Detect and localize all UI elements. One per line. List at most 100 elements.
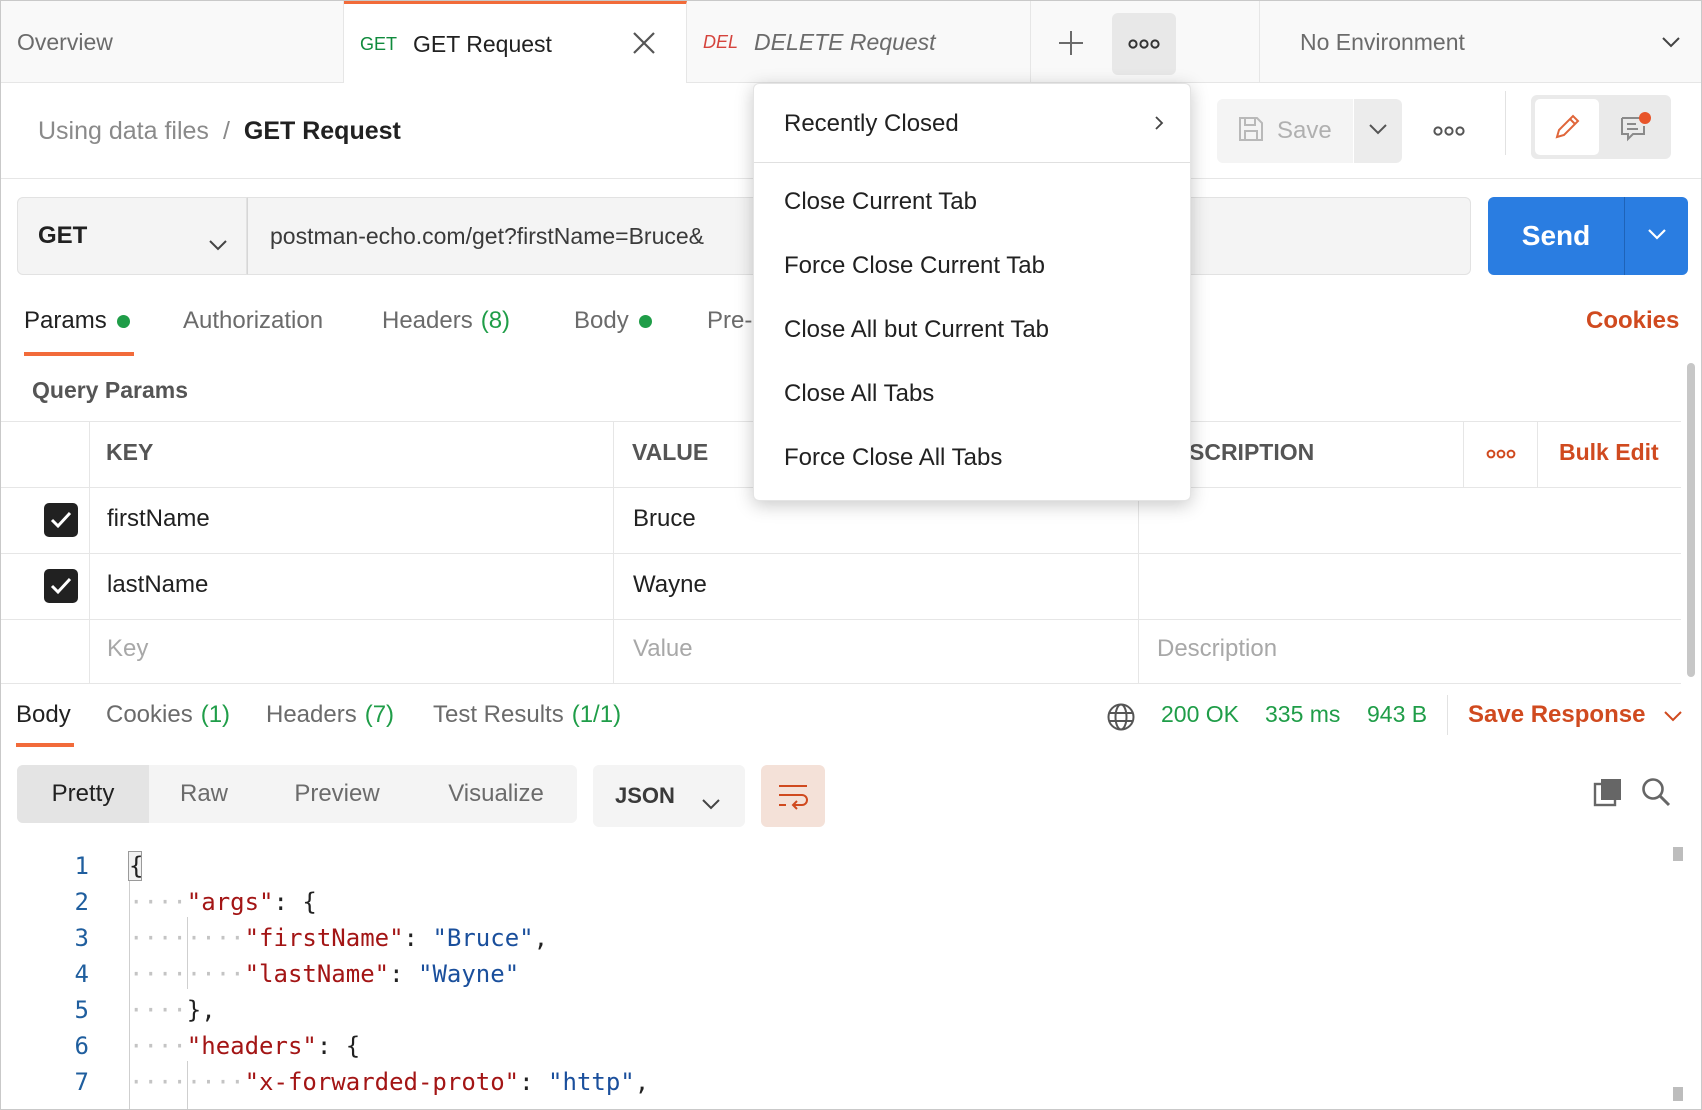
tab-pre-request[interactable]: Pre-	[707, 307, 752, 335]
view-preview[interactable]: Preview	[259, 765, 415, 823]
view-raw[interactable]: Raw	[149, 765, 259, 823]
tab-options-menu: Recently Closed Close Current Tab Force …	[753, 83, 1191, 501]
code-line[interactable]: ····"args": {	[129, 888, 317, 916]
response-tab-body[interactable]: Body	[16, 701, 71, 729]
code-line[interactable]: {	[129, 852, 143, 880]
save-label: Save	[1277, 117, 1332, 144]
new-param-value-input[interactable]: Value	[633, 635, 693, 663]
response-tab-headers-label: Headers	[266, 701, 357, 728]
tab-params[interactable]: Params	[24, 307, 130, 335]
response-tab-body-label: Body	[16, 701, 71, 728]
tab-get-request[interactable]: GET GET Request	[344, 1, 687, 84]
view-pretty[interactable]: Pretty	[17, 765, 149, 823]
response-status[interactable]: 200 OK	[1161, 701, 1239, 728]
breadcrumb-separator: /	[222, 117, 230, 145]
divider	[1537, 421, 1538, 487]
response-time[interactable]: 335 ms	[1265, 701, 1340, 728]
new-tab-plus-icon[interactable]	[1051, 23, 1091, 63]
tab-headers-label: Headers	[382, 307, 473, 334]
code-token: :	[519, 1068, 549, 1096]
menu-item-force-close-current-tab[interactable]: Force Close Current Tab	[784, 252, 1045, 280]
tab-options-more-icon[interactable]	[1112, 13, 1176, 75]
menu-item-recently-closed[interactable]: Recently Closed	[784, 110, 1164, 138]
code-scrollbar-bottom[interactable]	[1673, 1087, 1683, 1101]
breadcrumb-parent[interactable]: Using data files	[38, 117, 209, 146]
code-scrollbar-top[interactable]	[1673, 847, 1683, 861]
comments-icon[interactable]	[1603, 99, 1667, 155]
response-headers-count: (7)	[364, 701, 395, 728]
tab-headers[interactable]: Headers (8)	[382, 307, 510, 335]
param-row-2-checkbox[interactable]	[44, 569, 78, 603]
json-key: "lastName"	[244, 960, 390, 988]
param-key[interactable]: firstName	[107, 505, 210, 533]
tab-delete-request[interactable]: DEL DELETE Request	[687, 1, 1031, 83]
search-icon[interactable]	[1639, 775, 1673, 809]
view-raw-label: Raw	[179, 780, 228, 807]
headers-count: (8)	[480, 307, 511, 334]
send-options-button[interactable]	[1624, 197, 1688, 275]
new-param-description-input[interactable]: Description	[1157, 635, 1277, 663]
menu-item-force-close-all-tabs[interactable]: Force Close All Tabs	[784, 444, 1002, 472]
method-select[interactable]: GET	[17, 197, 247, 275]
save-button[interactable]: Save	[1217, 99, 1353, 163]
response-tab-cookies[interactable]: Cookies (1)	[106, 701, 230, 729]
cookies-link[interactable]: Cookies	[1586, 307, 1679, 335]
line-number: 1	[74, 852, 89, 880]
send-label: Send	[1521, 220, 1591, 251]
divider	[1447, 695, 1448, 735]
params-scrollbar[interactable]	[1687, 363, 1695, 677]
view-preview-label: Preview	[294, 780, 380, 807]
divider	[89, 421, 90, 683]
line-number: 2	[74, 888, 89, 916]
code-token: {	[129, 852, 144, 880]
tab-body-label: Body	[574, 307, 629, 334]
breadcrumb-current[interactable]: GET Request	[244, 117, 401, 146]
divider	[613, 421, 614, 683]
code-line[interactable]: ····"headers": {	[129, 1032, 360, 1060]
response-tab-headers[interactable]: Headers (7)	[266, 701, 394, 729]
code-token: ,	[533, 924, 549, 952]
response-size[interactable]: 943 B	[1367, 701, 1427, 728]
pencil-edit-icon[interactable]	[1535, 99, 1599, 155]
environment-selector[interactable]: No Environment	[1259, 1, 1701, 83]
menu-item-close-all-but-current-tab[interactable]: Close All but Current Tab	[784, 316, 1049, 344]
code-line[interactable]: ········"x-forwarded-proto": "http",	[129, 1068, 649, 1096]
tab-get-request-label: GET Request	[413, 30, 552, 57]
divider	[1, 683, 1681, 684]
menu-item-close-all-tabs[interactable]: Close All Tabs	[784, 380, 934, 408]
wrap-lines-button[interactable]	[761, 765, 825, 827]
tab-overview-label: Overview	[17, 28, 113, 55]
tab-body[interactable]: Body	[574, 307, 652, 335]
chevron-down-icon	[1647, 227, 1667, 245]
tab-authorization[interactable]: Authorization	[183, 307, 323, 335]
save-options-button[interactable]	[1354, 99, 1402, 163]
new-param-key-input[interactable]: Key	[107, 635, 148, 663]
param-value[interactable]: Wayne	[633, 571, 707, 599]
json-key: "args"	[186, 888, 274, 916]
column-options-icon[interactable]	[1483, 442, 1519, 466]
more-options-icon[interactable]	[1429, 117, 1469, 145]
response-tab-test-results-label: Test Results	[433, 701, 564, 728]
send-button[interactable]: Send	[1488, 197, 1624, 275]
save-response-button[interactable]: Save Response	[1468, 701, 1683, 729]
format-select[interactable]: JSON	[593, 765, 745, 827]
tab-overview[interactable]: Overview	[1, 1, 344, 83]
json-string: "http"	[548, 1068, 635, 1096]
chevron-down-icon	[1368, 122, 1388, 140]
code-line[interactable]: ····},	[129, 996, 216, 1024]
code-line[interactable]: ········"firstName": "Bruce",	[129, 924, 548, 952]
param-row-1-checkbox[interactable]	[44, 503, 78, 537]
view-visualize[interactable]: Visualize	[415, 765, 577, 823]
copy-icon[interactable]	[1591, 775, 1625, 809]
bulk-edit-button[interactable]: Bulk Edit	[1559, 439, 1659, 466]
param-value[interactable]: Bruce	[633, 505, 696, 533]
code-token: : {	[273, 888, 317, 916]
code-line[interactable]: ········"lastName": "Wayne"	[129, 960, 519, 988]
line-number: 5	[74, 996, 89, 1024]
view-pretty-label: Pretty	[51, 780, 115, 807]
globe-icon[interactable]	[1105, 701, 1137, 733]
response-tab-test-results[interactable]: Test Results (1/1)	[433, 701, 621, 729]
menu-item-close-current-tab[interactable]: Close Current Tab	[784, 188, 977, 216]
close-icon[interactable]	[629, 28, 659, 58]
param-key[interactable]: lastName	[107, 571, 208, 599]
